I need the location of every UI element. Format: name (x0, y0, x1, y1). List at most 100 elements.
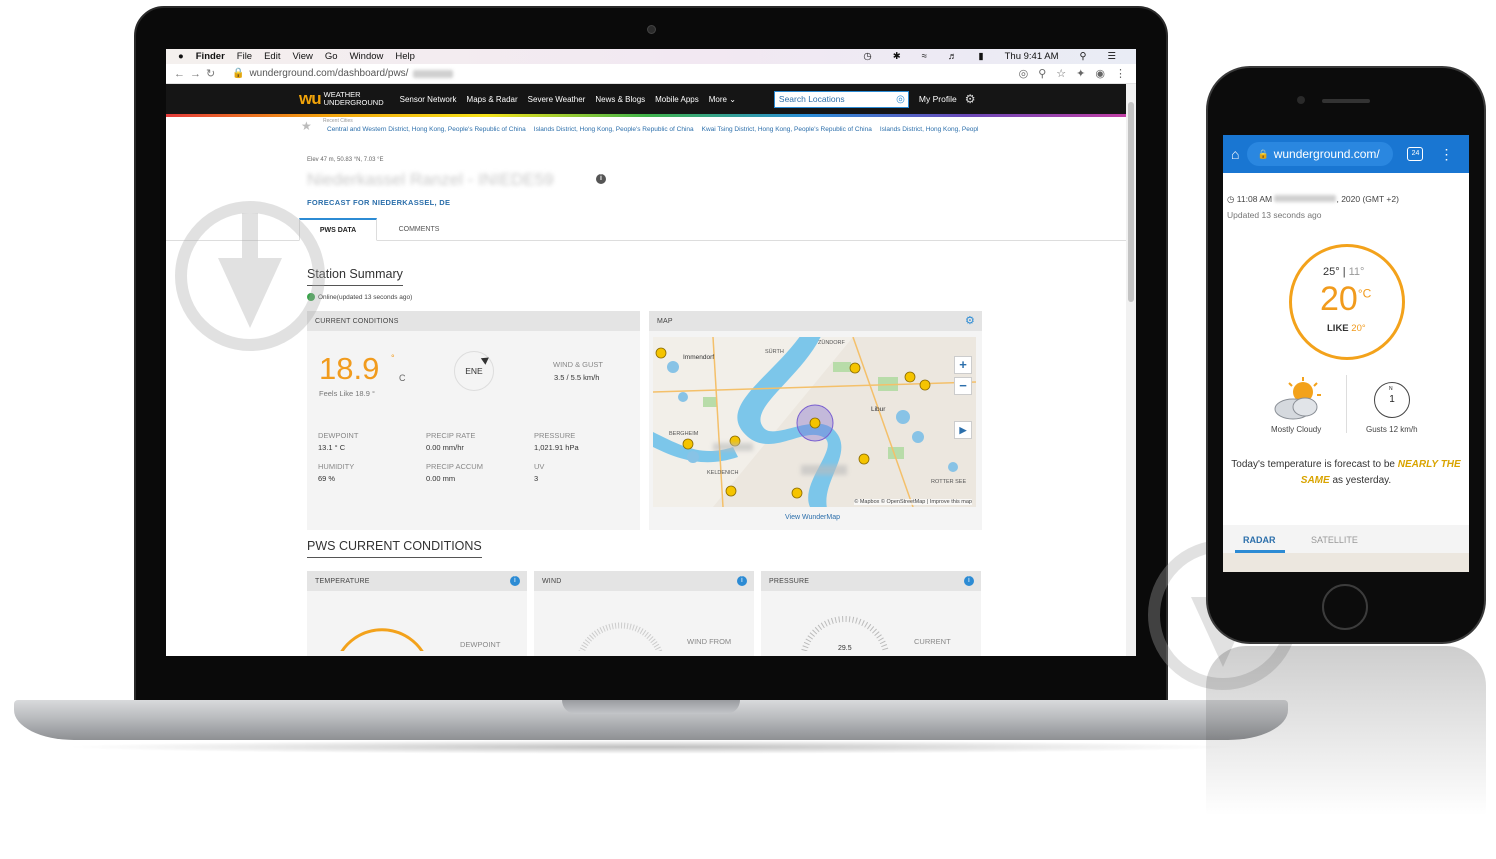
like-value: 20° (1351, 323, 1366, 334)
precip-rate-value: 0.00 mm/hr (426, 443, 464, 452)
info-icon[interactable]: i (510, 576, 520, 586)
tab-satellite[interactable]: SATELLITE (1311, 535, 1358, 545)
battery-icon[interactable]: ▮ (978, 51, 983, 62)
forecast-link[interactable]: FORECAST FOR NIEDERKASSEL, DE (307, 198, 450, 207)
menu-help[interactable]: Help (395, 51, 415, 62)
back-icon[interactable]: ← (174, 68, 190, 80)
gear-icon[interactable]: ⚙ (965, 92, 976, 106)
view-wundermap-link[interactable]: View WunderMap (785, 514, 840, 521)
nav-mobile-apps[interactable]: Mobile Apps (655, 95, 699, 104)
wind-compass: ENE (454, 351, 494, 391)
nav-sensor-network[interactable]: Sensor Network (400, 95, 457, 104)
extensions-icon[interactable]: ✦ (1076, 67, 1085, 80)
recent-city-link[interactable]: Islands District, Hong Kong, Peopl (880, 126, 979, 133)
spotlight-icon[interactable]: ⚲ (1080, 51, 1087, 62)
info-icon[interactable]: i (596, 174, 606, 184)
wifi-icon[interactable]: ≈ (922, 51, 927, 62)
uv-label: UV (534, 462, 545, 471)
page-scrollbar[interactable] (1126, 84, 1136, 656)
search-input[interactable]: Search Locations ◎ (773, 90, 909, 108)
location-icon[interactable]: ◎ (1019, 67, 1029, 80)
wu-main-nav: Sensor Network Maps & Radar Severe Weath… (400, 95, 736, 104)
info-icon[interactable]: i (964, 576, 974, 586)
my-profile-link[interactable]: My Profile (919, 94, 957, 104)
wind-gauge-panel: WIND i WIND FROM (534, 571, 754, 656)
info-icon[interactable]: i (737, 576, 747, 586)
menu-window[interactable]: Window (350, 51, 384, 62)
station-name: Niederkassel Ranzel - INIEDE59 (307, 170, 554, 189)
zoom-in-button[interactable]: + (954, 356, 972, 374)
nav-news-blogs[interactable]: News & Blogs (595, 95, 645, 104)
menubar-clock[interactable]: Thu 9:41 AM (1005, 51, 1059, 62)
reload-icon[interactable]: ↻ (206, 67, 222, 80)
precip-accum-label: PRECIP ACCUM (426, 462, 483, 471)
phone-speaker (1322, 99, 1370, 103)
low-temp: 11° (1348, 266, 1365, 278)
address-text: wunderground.com/dashboard/pws/ (249, 68, 409, 79)
wu-logo[interactable]: wu WEATHER UNDERGROUND (299, 89, 384, 109)
pressure-header: PRESSURE i (761, 571, 981, 591)
tab-comments[interactable]: COMMENTS (382, 218, 456, 241)
map-credit[interactable]: © Mapbox © OpenStreetMap | Improve this … (854, 499, 972, 505)
locate-icon[interactable]: ◎ (896, 94, 905, 105)
hi-lo: 25° | 11° (1323, 266, 1365, 278)
time-machine-icon[interactable]: ◷ (863, 51, 871, 62)
precip-rate-label: PRECIP RATE (426, 431, 476, 440)
mobile-browser-bar: ⌂ 🔒 wunderground.com/ 24 ⋮ (1223, 135, 1469, 173)
phone-home-button[interactable] (1322, 584, 1368, 630)
pressure-label: PRESSURE (534, 431, 576, 440)
chevron-down-icon: ⌄ (729, 94, 736, 104)
mobile-address-bar[interactable]: 🔒 wunderground.com/ (1247, 142, 1394, 166)
recent-city-link[interactable]: Central and Western District, Hong Kong,… (327, 126, 526, 133)
menu-app-finder[interactable]: Finder (196, 51, 225, 62)
menu-view[interactable]: View (292, 51, 312, 62)
volume-icon[interactable]: ♬ (948, 51, 958, 62)
wu-logo-line2: UNDERGROUND (323, 98, 384, 107)
search-placeholder: Search Locations (778, 94, 845, 104)
menu-go[interactable]: Go (325, 51, 338, 62)
menu-edit[interactable]: Edit (264, 51, 280, 62)
mobile-menu-icon[interactable]: ⋮ (1439, 146, 1453, 163)
gusts-label: Gusts 12 km/h (1366, 425, 1418, 434)
mobile-radar-map[interactable] (1223, 553, 1469, 572)
map-place-label: Libur (871, 406, 886, 413)
zoom-out-button[interactable]: − (954, 377, 972, 395)
pressure-gauge-value: 29.5 (838, 645, 852, 652)
map-settings-gear-icon[interactable]: ⚙ (965, 314, 975, 327)
home-icon[interactable]: ⌂ (1231, 146, 1239, 162)
notification-center-icon[interactable]: ☰ (1107, 51, 1116, 62)
bluetooth-icon[interactable]: ✱ (893, 51, 901, 62)
play-icon[interactable]: ▶ (954, 421, 972, 439)
forward-icon[interactable]: → (190, 68, 206, 80)
pressure-value: 1,021.91 hPa (534, 443, 579, 452)
pressure-cell: PRESSURE 1,021.91 hPa (534, 431, 579, 452)
menu-file[interactable]: File (237, 51, 252, 62)
recent-city-link[interactable]: Islands District, Hong Kong, People's Re… (534, 126, 694, 133)
tab-radar[interactable]: RADAR (1243, 535, 1276, 545)
temperature-header-label: TEMPERATURE (315, 577, 370, 585)
condition-label: Mostly Cloudy (1271, 425, 1322, 434)
scrollbar-thumb[interactable] (1128, 102, 1134, 302)
wind-arrow-icon (480, 354, 492, 365)
nav-maps-radar[interactable]: Maps & Radar (467, 95, 518, 104)
current-pressure-label: CURRENT (914, 637, 951, 646)
current-temp: 18.9 (319, 351, 380, 386)
zoom-icon[interactable]: ⚲ (1038, 67, 1046, 80)
phone-reflection (1206, 646, 1486, 846)
recent-city-link[interactable]: Kwai Tsing District, Hong Kong, People's… (702, 126, 872, 133)
dewpoint-label: DEWPOINT (318, 431, 359, 440)
browser-menu-icon[interactable]: ⋮ (1115, 67, 1126, 80)
favorite-star-icon[interactable]: ★ (301, 119, 312, 133)
bookmark-star-icon[interactable]: ☆ (1056, 67, 1066, 80)
nav-more[interactable]: More ⌄ (709, 95, 736, 104)
station-map[interactable]: Immendorf ZÜNDORF SÜRTH Libur KELDENICH … (653, 337, 976, 507)
address-bar[interactable]: 🔒 wunderground.com/dashboard/pws/ (232, 68, 1019, 79)
mac-menu-bar: ● Finder File Edit View Go Window Help ◷… (166, 49, 1136, 64)
nav-severe-weather[interactable]: Severe Weather (528, 95, 586, 104)
profile-avatar-icon[interactable]: ◉ (1095, 67, 1105, 80)
download-arrow-icon (218, 213, 282, 328)
apple-menu-icon[interactable]: ● (178, 51, 184, 62)
nav-more-label: More (708, 94, 727, 104)
tab-count-button[interactable]: 24 (1407, 147, 1424, 161)
map-place-label: BERGHEIM (669, 431, 699, 437)
